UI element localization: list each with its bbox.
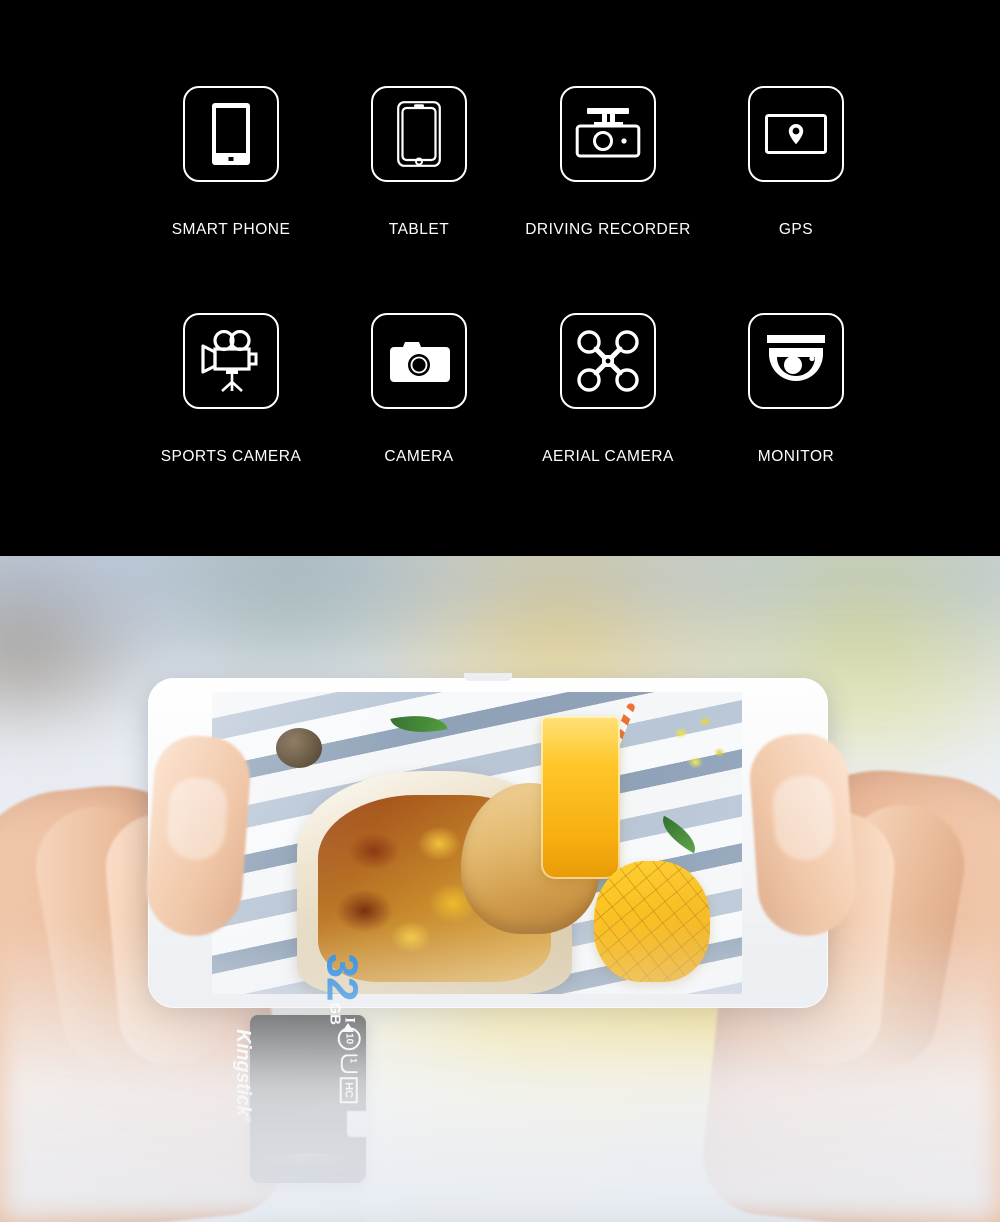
compatibility-row-1: SMART PHONE TABLET DRIVING RECORDER GPS <box>0 86 1000 286</box>
compat-item-sports-camera[interactable]: SPORTS CAMERA <box>136 313 326 465</box>
phone-earpiece <box>464 673 512 681</box>
compat-label: AERIAL CAMERA <box>542 448 674 465</box>
compat-label: SPORTS CAMERA <box>160 448 302 465</box>
compat-item-gps[interactable]: GPS <box>701 86 891 238</box>
compat-item-smart-phone[interactable]: SMART PHONE <box>136 86 326 238</box>
screen-yellow-flowers <box>657 704 737 801</box>
photo-camera-icon <box>371 313 467 409</box>
tablet-icon <box>371 86 467 182</box>
compat-label: TABLET <box>388 221 450 238</box>
compat-item-driving-recorder[interactable]: DRIVING RECORDER <box>513 86 703 238</box>
gps-navigator-icon <box>748 86 844 182</box>
screen-pine-cone <box>275 728 322 769</box>
drone-icon <box>560 313 656 409</box>
compat-item-tablet[interactable]: TABLET <box>324 86 514 238</box>
smartphone-icon <box>183 86 279 182</box>
bottom-blur-veil <box>0 922 1000 1222</box>
device-compatibility-section: SMART PHONE TABLET DRIVING RECORDER GPS … <box>0 0 1000 556</box>
dome-security-camera-icon <box>748 313 844 409</box>
compat-label: GPS <box>778 221 814 238</box>
movie-camera-icon <box>183 313 279 409</box>
compat-label: SMART PHONE <box>171 221 291 238</box>
right-thumbnail <box>771 774 837 862</box>
compat-label: CAMERA <box>384 448 454 465</box>
lifestyle-photo-section: Kingstick® 32 GB I 10 1 HC <box>0 556 1000 1222</box>
screen-orange-juice-glass <box>540 716 621 880</box>
product-detail-page: SMART PHONE TABLET DRIVING RECORDER GPS … <box>0 0 1000 1222</box>
compat-item-monitor[interactable]: MONITOR <box>701 313 891 465</box>
compatibility-row-2: SPORTS CAMERA CAMERA AERIAL CAMERA MONIT… <box>0 313 1000 513</box>
dashcam-icon <box>560 86 656 182</box>
compat-label: MONITOR <box>757 448 835 465</box>
compat-item-camera[interactable]: CAMERA <box>324 313 514 465</box>
compat-item-aerial-camera[interactable]: AERIAL CAMERA <box>513 313 703 465</box>
compat-label: DRIVING RECORDER <box>525 221 691 238</box>
